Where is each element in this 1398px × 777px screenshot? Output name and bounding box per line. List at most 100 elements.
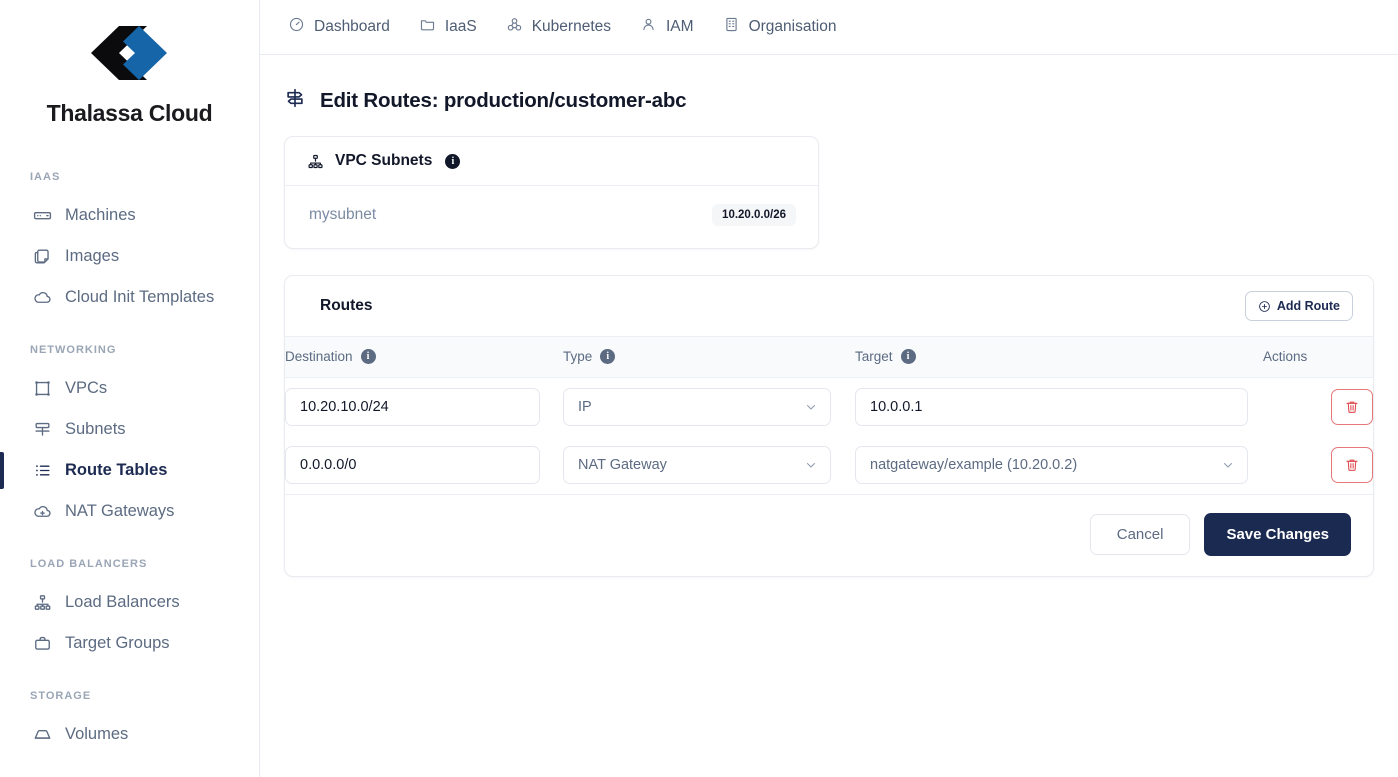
topnav-item-label: Kubernetes (531, 18, 611, 35)
subnet-row: mysubnet 10.20.0.0/26 (285, 186, 818, 248)
subnet-name-link[interactable]: mysubnet (309, 206, 376, 224)
network-node-icon (33, 420, 52, 439)
sidebar-item-load-balancers[interactable]: Load Balancers (0, 582, 259, 623)
routes-header-row: Destination i Type i Target i Actions (285, 337, 1373, 378)
brand-name: Thalassa Cloud (46, 100, 213, 126)
chevron-down-icon (806, 462, 816, 468)
info-icon[interactable]: i (900, 349, 916, 365)
save-changes-button[interactable]: Save Changes (1204, 512, 1351, 556)
routes-table-body: 10.20.10.0/24 IP 10.0.0.1 0.0.0.0/0 NAT … (285, 377, 1373, 494)
trash-icon (1346, 459, 1358, 471)
vpc-subnets-card-header: VPC Subnets i (285, 137, 818, 186)
column-label: Destination (285, 349, 353, 365)
trash-icon (1346, 401, 1358, 413)
info-icon[interactable]: i (600, 349, 616, 365)
topnav-item-label: IAM (666, 18, 694, 35)
routes-table: Destination i Type i Target i Actions 10… (285, 337, 1373, 494)
delete-route-button[interactable] (1331, 446, 1373, 483)
sidebar-item-label: Volumes (65, 725, 129, 743)
sidebar-item-label: NAT Gateways (65, 502, 175, 520)
sidebar-item-label: Subnets (65, 420, 126, 438)
chevron-down-icon (1223, 462, 1233, 468)
content-area: Edit Routes: production/customer-abc VPC… (260, 55, 1398, 777)
sidebar-item-cloud-init-templates[interactable]: Cloud Init Templates (0, 277, 259, 318)
plus-circle-icon (1259, 300, 1270, 312)
column-header-type: Type i (563, 337, 855, 378)
folder-icon (419, 16, 436, 38)
routes-card: Routes Add Route Destination i Type i Ta… (284, 275, 1374, 577)
topnav-item-organisation[interactable]: Organisation (723, 16, 852, 38)
type-select[interactable]: IP (563, 387, 831, 426)
topnav-item-label: Organisation (748, 18, 837, 35)
list-icon (33, 461, 52, 480)
topnav-item-label: Dashboard (314, 18, 390, 35)
sidebar-item-machines[interactable]: Machines (0, 195, 259, 236)
thalassa-chevron-logo (90, 26, 167, 80)
sidebar-item-label: Load Balancers (65, 593, 180, 611)
topnav-item-kubernetes[interactable]: Kubernetes (506, 16, 626, 38)
info-icon[interactable]: i (360, 349, 376, 365)
page-title-row: Edit Routes: production/customer-abc (284, 79, 1374, 136)
kubernetes-icon (506, 16, 523, 38)
sidebar-item-label: Machines (65, 206, 136, 224)
topnav-item-label: IaaS (444, 18, 477, 35)
routes-table-head: Destination i Type i Target i Actions (285, 337, 1373, 378)
delete-route-button[interactable] (1331, 388, 1373, 425)
add-route-button[interactable]: Add Route (1244, 291, 1353, 321)
column-header-destination: Destination i (285, 337, 563, 378)
sidebar-item-vpcs[interactable]: VPCs (0, 368, 259, 409)
top-navbar: Dashboard IaaS Kubernetes IAM Organisati… (260, 0, 1398, 55)
info-icon[interactable]: i (445, 153, 461, 169)
vpc-subnets-title: VPC Subnets (335, 152, 433, 169)
target-select-value: natgateway/example (10.20.0.2) (870, 456, 1078, 473)
destination-input[interactable]: 10.20.10.0/24 (285, 387, 540, 426)
sidebar-group-label-storage: STORAGE (30, 690, 92, 702)
sidebar-item-nat-gateways[interactable]: NAT Gateways (0, 491, 259, 532)
main-area: Dashboard IaaS Kubernetes IAM Organisati… (260, 0, 1398, 777)
logo-wrap (0, 22, 259, 84)
page-title: Edit Routes: production/customer-abc (320, 88, 687, 112)
target-select[interactable]: natgateway/example (10.20.0.2) (855, 445, 1248, 484)
routes-card-header: Routes Add Route (285, 276, 1373, 337)
sidebar: Thalassa Cloud IAAS Machines Images Clou… (0, 0, 260, 777)
sidebar-group-label-networking: NETWORKING (30, 344, 117, 356)
brand: Thalassa Cloud (0, 0, 259, 127)
type-select-value: NAT Gateway (578, 456, 667, 473)
app-root: Thalassa Cloud IAAS Machines Images Clou… (0, 0, 1398, 777)
signpost-icon (284, 87, 306, 114)
topnav-item-dashboard[interactable]: Dashboard (288, 16, 405, 38)
chevron-down-icon (806, 404, 816, 410)
sidebar-item-label: Route Tables (65, 461, 168, 479)
briefcase-icon (33, 634, 52, 653)
routes-card-footer: Cancel Save Changes (285, 493, 1373, 576)
cancel-button[interactable]: Cancel (1089, 513, 1191, 555)
routes-title: Routes (320, 297, 373, 314)
sidebar-group-label-iaas: IAAS (30, 171, 61, 183)
sidebar-item-label: Images (65, 247, 120, 265)
gauge-icon (288, 16, 305, 38)
sidebar-item-label: Target Groups (65, 634, 170, 652)
cloud-plus-icon (33, 502, 52, 521)
topnav-item-iam[interactable]: IAM (640, 16, 709, 38)
sidebar-item-label: VPCs (65, 379, 108, 397)
cloud-icon (33, 288, 52, 307)
target-input[interactable]: 10.0.0.1 (855, 387, 1248, 426)
sidebar-item-target-groups[interactable]: Target Groups (0, 623, 259, 664)
type-select-value: IP (578, 398, 592, 415)
hierarchy-icon (308, 154, 323, 168)
volume-icon (33, 725, 52, 744)
sidebar-item-route-tables[interactable]: Route Tables (0, 450, 259, 491)
type-select[interactable]: NAT Gateway (563, 445, 831, 484)
sidebar-item-volumes[interactable]: Volumes (0, 714, 259, 755)
sidebar-item-subnets[interactable]: Subnets (0, 409, 259, 450)
destination-input[interactable]: 0.0.0.0/0 (285, 445, 540, 484)
topnav-item-iaas[interactable]: IaaS (419, 16, 492, 38)
sidebar-item-images[interactable]: Images (0, 236, 259, 277)
column-header-target: Target i (855, 337, 1263, 378)
vpc-square-icon (33, 379, 52, 398)
subnet-cidr-badge: 10.20.0.0/26 (712, 204, 796, 226)
add-route-label: Add Route (1276, 299, 1340, 313)
